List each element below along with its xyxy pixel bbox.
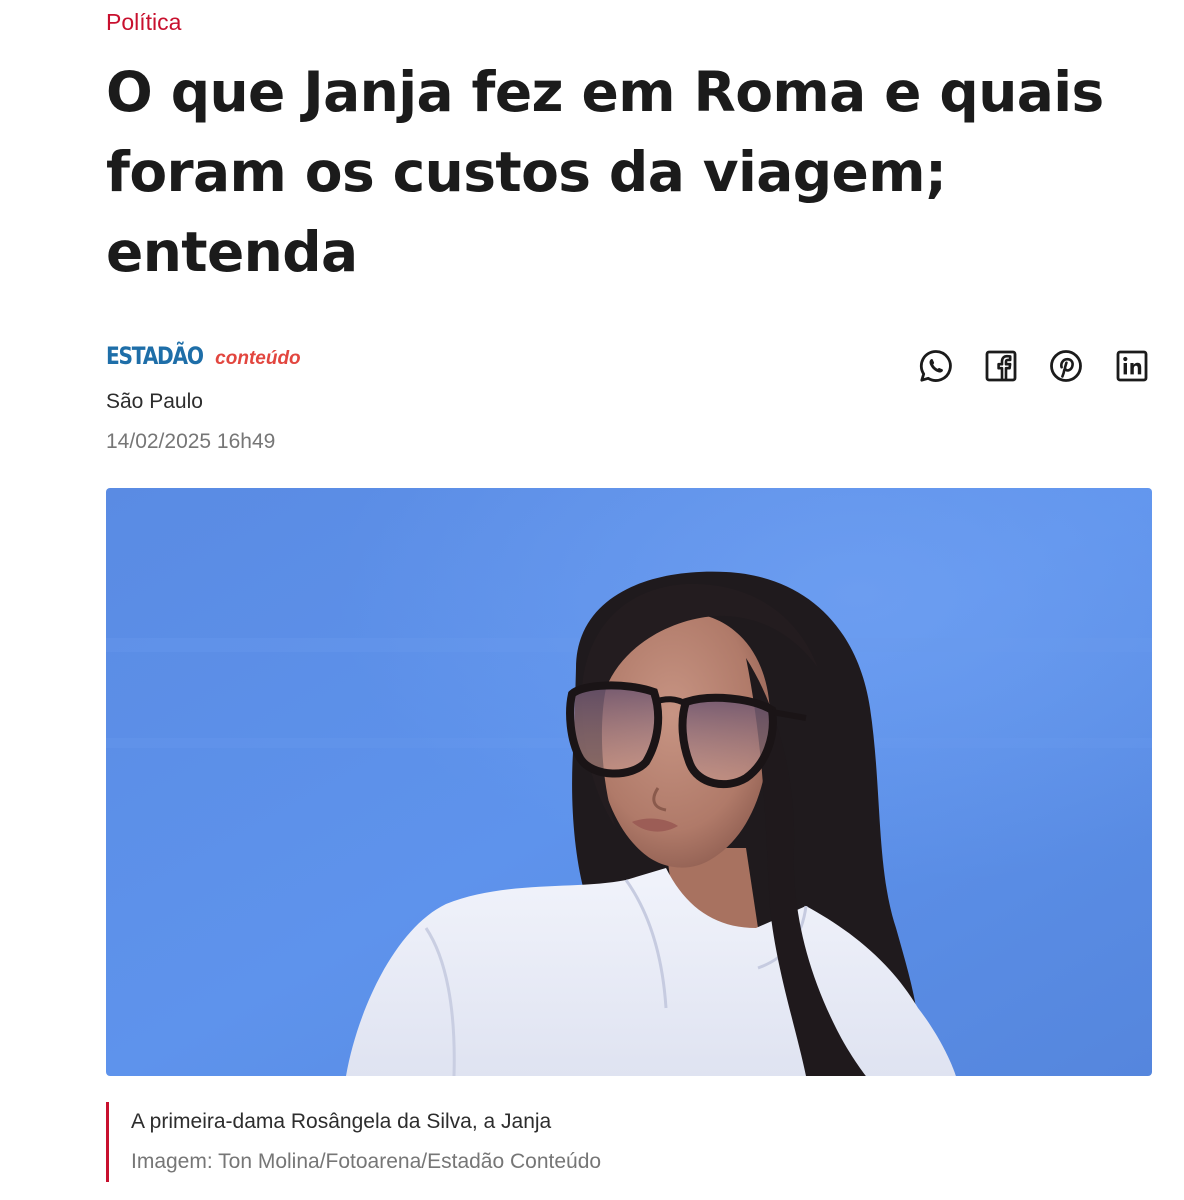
source-logo[interactable]: ESTADÃO conteúdo <box>106 342 301 376</box>
facebook-icon <box>984 349 1018 383</box>
caption-accent-bar <box>106 1102 109 1182</box>
whatsapp-icon <box>918 348 954 384</box>
source-brand: ESTADÃO <box>106 342 204 370</box>
article-photo[interactable] <box>106 488 1152 1076</box>
article-datetime: 14/02/2025 16h49 <box>106 430 276 453</box>
share-pinterest-button[interactable] <box>1046 346 1086 386</box>
photo-caption: A primeira-dama Rosângela da Silva, a Ja… <box>106 1102 1152 1182</box>
article-page: Política O que Janja fez em Roma e quais… <box>0 0 1184 1200</box>
article-headline: O que Janja fez em Roma e quais foram os… <box>106 60 1104 284</box>
share-whatsapp-button[interactable] <box>916 346 956 386</box>
source-suffix: conteúdo <box>215 348 301 369</box>
share-linkedin-button[interactable] <box>1112 346 1152 386</box>
article-location: São Paulo <box>106 390 203 413</box>
linkedin-icon <box>1115 349 1149 383</box>
caption-text: A primeira-dama Rosângela da Silva, a Ja… <box>131 1110 552 1133</box>
share-facebook-button[interactable] <box>981 346 1021 386</box>
share-bar <box>912 346 1154 386</box>
section-link[interactable]: Política <box>106 6 181 38</box>
pinterest-icon <box>1048 348 1084 384</box>
caption-credit: Imagem: Ton Molina/Fotoarena/Estadão Con… <box>131 1150 602 1173</box>
